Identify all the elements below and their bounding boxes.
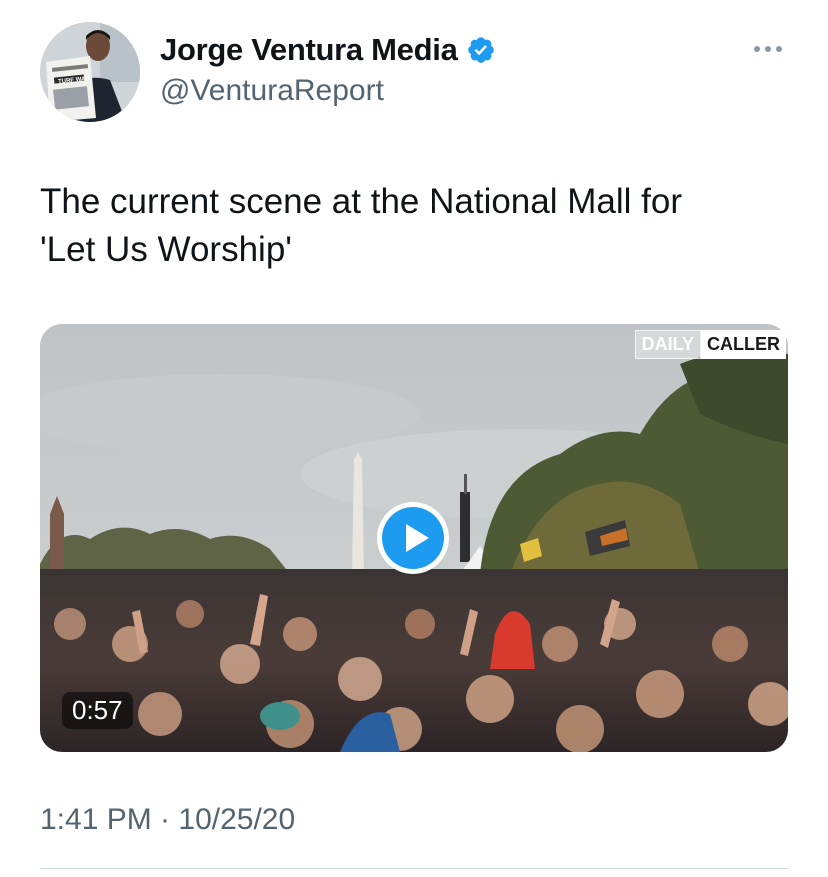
divider (40, 868, 788, 869)
video-duration-badge: 0:57 (62, 692, 133, 729)
author-avatar[interactable]: TURF WAR (40, 22, 140, 122)
tweet-card: TURF WAR Jorge Ventura Media @VenturaRep… (0, 0, 828, 877)
watermark-daily: DAILY (634, 330, 701, 359)
tweet-timestamp[interactable]: 1:41 PM · 10/25/20 (40, 803, 295, 837)
author-display-name[interactable]: Jorge Ventura Media (160, 32, 458, 68)
tweet-text-line-1: The current scene at the National Mall f… (40, 182, 682, 221)
author-handle[interactable]: @VenturaReport (160, 74, 496, 108)
tweet-text-line-2: 'Let Us Worship' (40, 230, 292, 269)
play-icon[interactable] (375, 500, 451, 576)
tweet-text: The current scene at the National Mall f… (40, 178, 800, 274)
daily-caller-watermark: DAILY CALLER (634, 330, 786, 359)
watermark-caller: CALLER (701, 330, 786, 359)
verified-badge-icon (466, 35, 496, 65)
more-horizontal-icon[interactable] (750, 34, 786, 64)
author-name-row: Jorge Ventura Media (160, 30, 496, 70)
avatar-image: TURF WAR (40, 22, 140, 122)
author-block: Jorge Ventura Media @VenturaReport (160, 30, 496, 108)
video-media[interactable]: DAILY CALLER 0:57 (40, 324, 788, 752)
